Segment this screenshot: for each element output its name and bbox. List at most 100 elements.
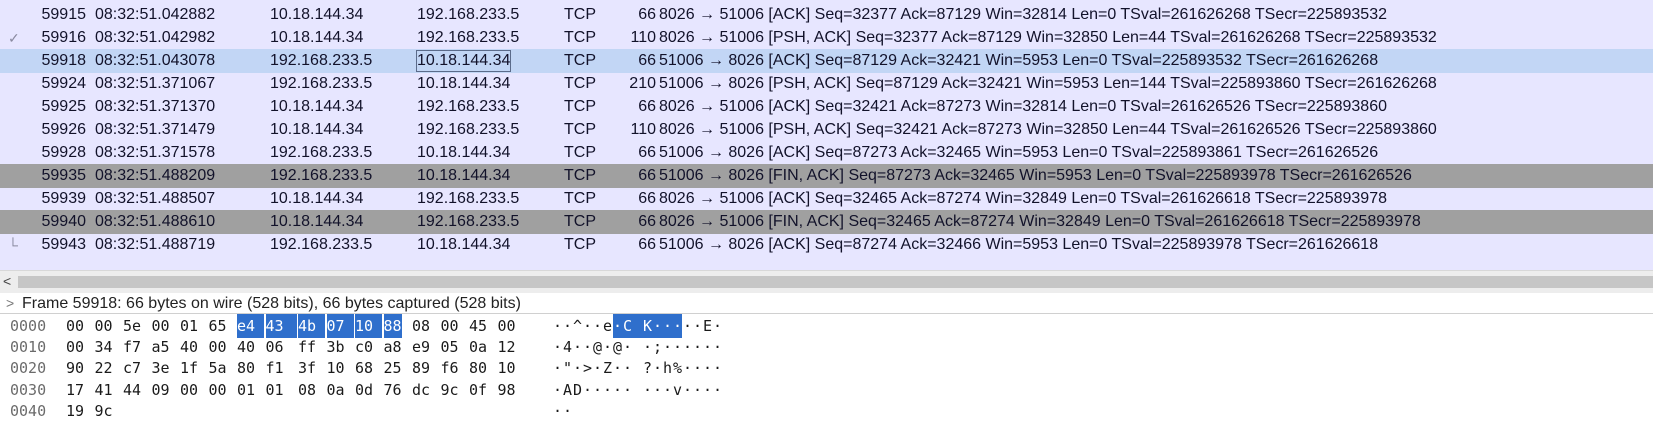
packet-time: 08:32:51.042982 [95,29,216,46]
hex-byte[interactable]: 76 [384,378,402,402]
packet-protocol: TCP [564,52,596,69]
horizontal-scrollbar[interactable]: < [0,270,1653,293]
packet-list[interactable]: 59915 08:32:51.042882 10.18.144.34 192.168.… [0,0,1653,270]
ascii-char[interactable]: · [663,378,672,402]
packet-number: 59939 [41,190,87,207]
ascii-char[interactable]: · [603,378,612,402]
packet-row[interactable]: 59939 08:32:51.488507 10.18.144.34 192.168.… [0,187,1653,211]
packet-time: 08:32:51.488610 [95,213,216,230]
packet-info: 51006 → 8026 [FIN, ACK] Seq=87273 Ack=32… [659,167,1412,184]
packet-bytes-pane[interactable]: 0000 00 00 5e 00 01 65 e4 43 4b 07 10 88 08 00 45 00 · · ^ ·… [0,314,1653,435]
scroll-left-arrow-icon[interactable]: < [3,273,11,289]
packet-details-pane[interactable]: > Frame 59918: 66 bytes on wire (528 bit… [0,293,1653,314]
packet-time: 08:32:51.371578 [95,144,216,161]
packet-destination: 192.168.233.5 [417,121,520,138]
packet-row[interactable]: 59928 08:32:51.371578 192.168.233.5 10.18.1… [0,141,1653,165]
packet-protocol: TCP [564,167,596,184]
packet-source: 10.18.144.34 [270,6,364,23]
packet-length: 66 [638,213,656,230]
packet-row[interactable]: 59915 08:32:51.042882 10.18.144.34 192.168.… [0,3,1653,27]
ascii-char[interactable]: · [713,378,722,402]
packet-time: 08:32:51.488719 [95,236,216,253]
hex-byte[interactable]: dc [412,378,430,402]
hex-byte[interactable]: 19 [66,399,84,423]
packet-protocol: TCP [564,213,596,230]
packet-number: 59924 [41,75,87,92]
packet-destination: 10.18.144.34 [417,236,511,253]
packet-info: 51006 → 8026 [ACK] Seq=87274 Ack=32466 W… [659,236,1379,253]
hex-byte[interactable]: 0d [355,378,373,402]
packet-destination: 192.168.233.5 [417,98,520,115]
packet-info: 51006 → 8026 [ACK] Seq=87273 Ack=32465 W… [659,144,1379,161]
packet-destination: 192.168.233.5 [417,29,520,46]
frame-summary-line[interactable]: Frame 59918: 66 bytes on wire (528 bits)… [22,295,521,313]
packet-length: 66 [638,144,656,161]
packet-source: 10.18.144.34 [270,98,364,115]
packet-info: 8026 → 51006 [ACK] Seq=32421 Ack=87273 W… [659,98,1387,115]
packet-time: 08:32:51.488507 [95,190,216,207]
ascii-char[interactable]: · [593,378,602,402]
packet-protocol: TCP [564,6,596,23]
hex-byte[interactable]: 0f [469,378,487,402]
packet-number: 59918 [41,52,87,69]
ascii-char[interactable]: D [573,378,582,402]
hex-byte[interactable]: 9c [441,378,459,402]
hex-byte[interactable]: 9c [95,399,113,423]
packet-number: 59935 [41,167,87,184]
packet-time: 08:32:51.042882 [95,6,216,23]
packet-length: 110 [630,29,656,46]
packet-length: 66 [638,236,656,253]
hex-byte[interactable]: 08 [298,378,316,402]
packet-length: 66 [638,98,656,115]
hex-byte[interactable]: 00 [209,378,227,402]
packet-row[interactable]: └ 59943 08:32:51.488719 192.168.233.5 10.18.… [0,233,1653,257]
ascii-char[interactable]: · [553,399,562,423]
ascii-char[interactable]: v [673,378,682,402]
packet-protocol: TCP [564,190,596,207]
packet-info: 8026 → 51006 [ACK] Seq=32465 Ack=87274 W… [659,190,1387,207]
packet-destination: 10.18.144.34 [415,49,512,73]
packet-protocol: TCP [564,144,596,161]
packet-length: 66 [638,52,656,69]
packet-row[interactable]: 59940 08:32:51.488610 10.18.144.34 192.168.… [0,210,1653,234]
hex-byte[interactable]: 09 [152,378,170,402]
packet-source: 192.168.233.5 [270,167,373,184]
ascii-char[interactable]: · [703,378,712,402]
ascii-char[interactable]: · [563,399,572,423]
packet-protocol: TCP [564,75,596,92]
packet-destination: 10.18.144.34 [417,167,511,184]
hex-byte[interactable]: 00 [180,378,198,402]
ascii-char[interactable]: · [653,378,662,402]
packet-destination: 192.168.233.5 [417,213,520,230]
hex-byte[interactable]: 0a [327,378,345,402]
ascii-char[interactable]: · [683,378,692,402]
hex-byte[interactable]: 44 [123,378,141,402]
packet-destination: 10.18.144.34 [417,75,511,92]
packet-row[interactable]: 59926 08:32:51.371479 10.18.144.34 192.168.… [0,118,1653,142]
packet-number: 59926 [41,121,87,138]
packet-number: 59915 [41,6,87,23]
packet-row[interactable]: 59935 08:32:51.488209 192.168.233.5 10.18.1… [0,164,1653,188]
ascii-char[interactable]: · [643,378,652,402]
packet-row[interactable]: 59918 08:32:51.043078 192.168.233.5 10.18.1… [0,49,1653,73]
packet-number: 59925 [41,98,87,115]
ascii-char[interactable]: · [693,378,702,402]
packet-destination: 192.168.233.5 [417,6,520,23]
packet-number: 59943 [41,236,87,253]
packet-info: 8026 → 51006 [ACK] Seq=32377 Ack=87129 W… [659,6,1387,23]
packet-row[interactable]: 59925 08:32:51.371370 10.18.144.34 192.168.… [0,95,1653,119]
ascii-char[interactable]: · [623,378,632,402]
packet-time: 08:32:51.488209 [95,167,216,184]
packet-length: 210 [629,75,656,92]
scrollbar-thumb[interactable] [18,276,1653,288]
packet-info: 8026 → 51006 [FIN, ACK] Seq=32465 Ack=87… [659,213,1421,230]
hex-byte[interactable]: 98 [498,378,516,402]
expand-chevron-icon[interactable]: > [6,295,14,311]
hex-byte[interactable]: 01 [237,378,255,402]
packet-row[interactable]: ✓ 59916 08:32:51.042982 10.18.144.34 192.168… [0,26,1653,50]
ascii-char[interactable]: · [583,378,592,402]
packet-row[interactable]: 59924 08:32:51.371067 192.168.233.5 10.18.1… [0,72,1653,96]
ascii-char[interactable]: · [613,378,622,402]
packet-source: 10.18.144.34 [270,29,364,46]
hex-byte[interactable]: 01 [266,378,284,402]
